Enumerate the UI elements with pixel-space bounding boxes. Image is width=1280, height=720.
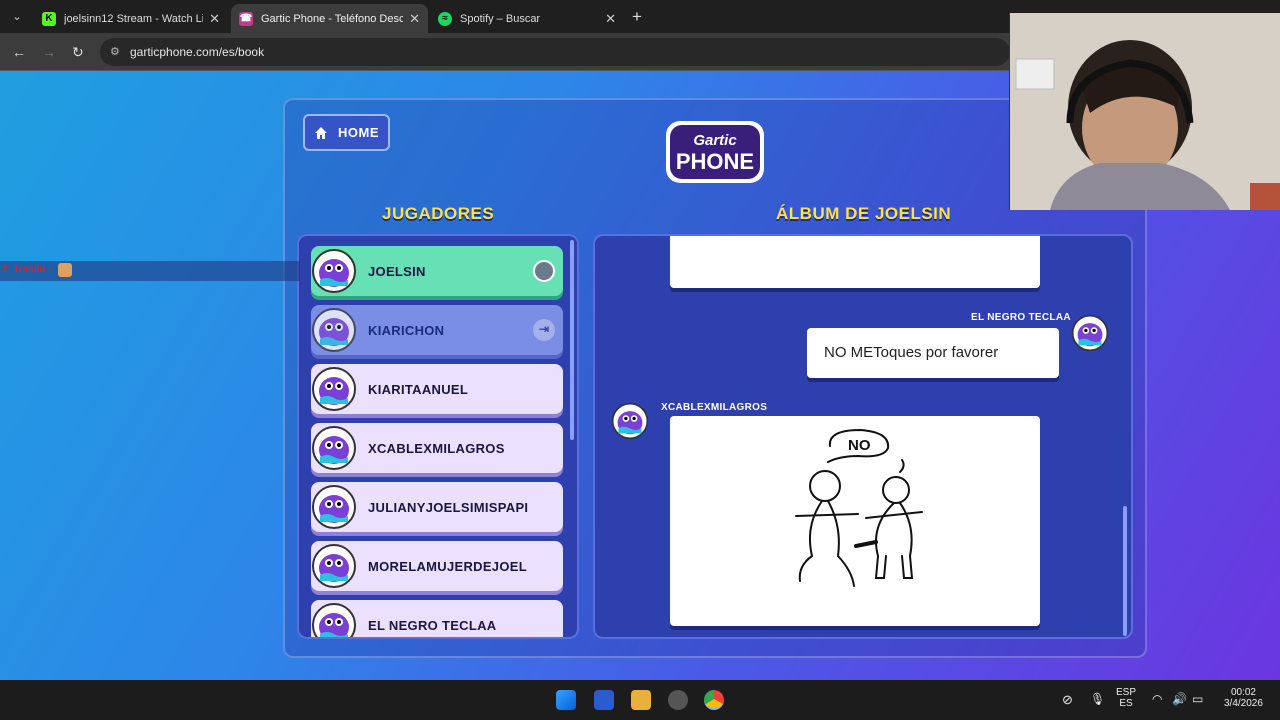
tab-spotify[interactable]: ≈ Spotify – Buscar ✕ (430, 4, 624, 33)
exit-icon: ⇥ (533, 319, 555, 341)
player-avatar-icon (312, 603, 356, 637)
drawing-text: NO (848, 437, 871, 454)
clock[interactable]: 00:02 3/4/2026 (1224, 687, 1263, 709)
chrome-icon[interactable] (704, 690, 724, 710)
tab-gartic-title: Gartic Phone - Teléfono Descon (261, 12, 404, 25)
wifi-icon[interactable]: ◠ (1152, 692, 1162, 706)
clock-time: 00:02 (1230, 687, 1256, 698)
gartic-icon: ☎ (239, 11, 253, 26)
players-list[interactable]: JOELSIN KIARICHON ⇥ KIARITAANUEL XCABLEX… (297, 234, 579, 639)
lang-top: ESP (1116, 687, 1137, 698)
drawing-card: NO (670, 416, 1040, 626)
player-avatar-icon (312, 367, 356, 411)
url-field[interactable]: ⚙ garticphone.com/es/book (100, 38, 1010, 66)
player-row[interactable]: KIARICHON ⇥ (311, 305, 563, 355)
player-avatar-icon (312, 485, 356, 529)
player-name: XCABLEXMILAGROS (368, 440, 505, 456)
previous-drawing-card (670, 236, 1040, 288)
file-explorer-icon[interactable] (631, 690, 651, 710)
player-name: EL NEGRO TECLAA (368, 617, 497, 633)
url-text: garticphone.com/es/book (130, 45, 265, 59)
chat-username: 2_Trasilu : (2, 264, 52, 275)
player-name: JULIANYJOELSIMISPAPI (368, 499, 529, 515)
battery-icon[interactable]: ▭ (1192, 692, 1203, 706)
players-title: JUGADORES (382, 204, 495, 223)
tab-spotify-title: Spotify – Buscar (460, 12, 541, 25)
store-icon[interactable] (594, 690, 614, 710)
crown-icon (533, 260, 555, 282)
streamer-camera (1010, 13, 1280, 210)
microphone-icon[interactable]: 🎙 (1090, 692, 1105, 706)
bubble-text: NO METoques por favorer (824, 344, 999, 361)
security-icon[interactable]: ⊘ (1062, 692, 1073, 708)
stick-figure-drawing: NO (795, 428, 923, 587)
text-bubble: NO METoques por favorer (807, 328, 1059, 378)
player-avatar-icon (312, 249, 356, 293)
player-row[interactable]: JULIANYJOELSIMISPAPI (311, 482, 563, 532)
player-row[interactable]: KIARITAANUEL (311, 364, 563, 414)
site-info-icon[interactable]: ⚙ (110, 38, 120, 66)
player-avatar-icon (611, 402, 649, 440)
player-name: JOELSIN (368, 263, 426, 279)
player-avatar-icon (312, 544, 356, 588)
player-avatar-icon (312, 426, 356, 470)
player-row[interactable]: JOELSIN (311, 246, 563, 296)
taskbar: ⊘ 🎙 ESP ES ◠ 🔊 ▭ 00:02 3/4/2026 (0, 680, 1280, 720)
reload-icon[interactable]: ↻ (72, 44, 84, 61)
lang-bottom: ES (1119, 698, 1133, 709)
album-title: ÁLBUM DE JOELSIN (776, 204, 952, 223)
logo-bottom-text: PHONE (676, 149, 754, 174)
logo-top-text: Gartic (693, 132, 737, 149)
entry-author: XCABLEXMILAGROS (661, 402, 768, 413)
album-scrollbar[interactable] (1123, 506, 1127, 636)
new-tab-icon[interactable]: + (632, 7, 642, 27)
home-icon (315, 126, 327, 139)
close-icon[interactable]: ✕ (209, 11, 220, 27)
player-avatar-icon (1071, 314, 1109, 352)
clock-date: 3/4/2026 (1224, 698, 1263, 709)
tab-kick-title: joelsinn12 Stream - Watch Live (64, 12, 204, 25)
entry-author: EL NEGRO TECLAA (971, 312, 1071, 323)
player-row[interactable]: MORELAMUJERDEJOEL (311, 541, 563, 591)
player-row[interactable]: EL NEGRO TECLAA (311, 600, 563, 637)
gartic-phone-logo: Gartic PHONE (666, 121, 764, 183)
spotify-icon: ≈ (438, 11, 452, 26)
obs-icon[interactable] (668, 690, 688, 710)
player-row[interactable]: XCABLEXMILAGROS (311, 423, 563, 473)
home-button[interactable]: HOME (303, 114, 390, 151)
player-name: KIARITAANUEL (368, 381, 469, 397)
player-avatar-icon (312, 308, 356, 352)
emote-icon (58, 263, 72, 277)
player-name: MORELAMUJERDEJOEL (368, 558, 527, 574)
language-indicator[interactable]: ESP ES (1116, 687, 1136, 709)
kick-icon: K (42, 11, 56, 26)
album-panel[interactable]: EL NEGRO TECLAA NO METoques por favorer … (593, 234, 1133, 639)
tab-kick[interactable]: K joelsinn12 Stream - Watch Live ✕ (34, 4, 228, 33)
close-icon[interactable]: ✕ (605, 11, 616, 27)
home-label: HOME (338, 125, 379, 140)
tab-search-icon[interactable]: ⌄ (8, 8, 26, 26)
player-name: KIARICHON (368, 322, 445, 338)
windows-start-icon[interactable] (556, 690, 576, 710)
tab-gartic[interactable]: ☎ Gartic Phone - Teléfono Descon ✕ (231, 4, 428, 33)
back-icon[interactable]: ← (12, 44, 26, 60)
players-scrollbar[interactable] (570, 240, 574, 440)
volume-icon[interactable]: 🔊 (1172, 692, 1187, 706)
close-icon[interactable]: ✕ (409, 11, 420, 27)
forward-icon[interactable]: → (42, 44, 56, 60)
webcam-overlay (1009, 13, 1280, 210)
